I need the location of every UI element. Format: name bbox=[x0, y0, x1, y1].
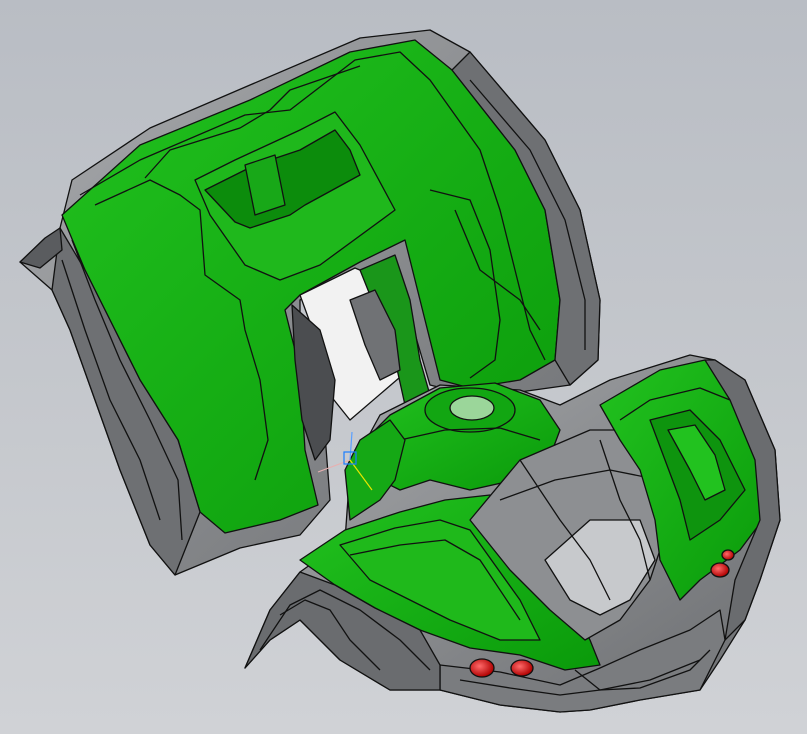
cad-3d-viewport[interactable] bbox=[0, 0, 807, 734]
front-right-light bbox=[710, 562, 730, 578]
front-left-light-2 bbox=[510, 659, 534, 677]
front-left-light-1 bbox=[469, 658, 495, 678]
front-right-light-2 bbox=[721, 549, 735, 561]
model-scene[interactable] bbox=[0, 0, 807, 734]
front-fender-hub-cap-hole bbox=[449, 395, 495, 421]
